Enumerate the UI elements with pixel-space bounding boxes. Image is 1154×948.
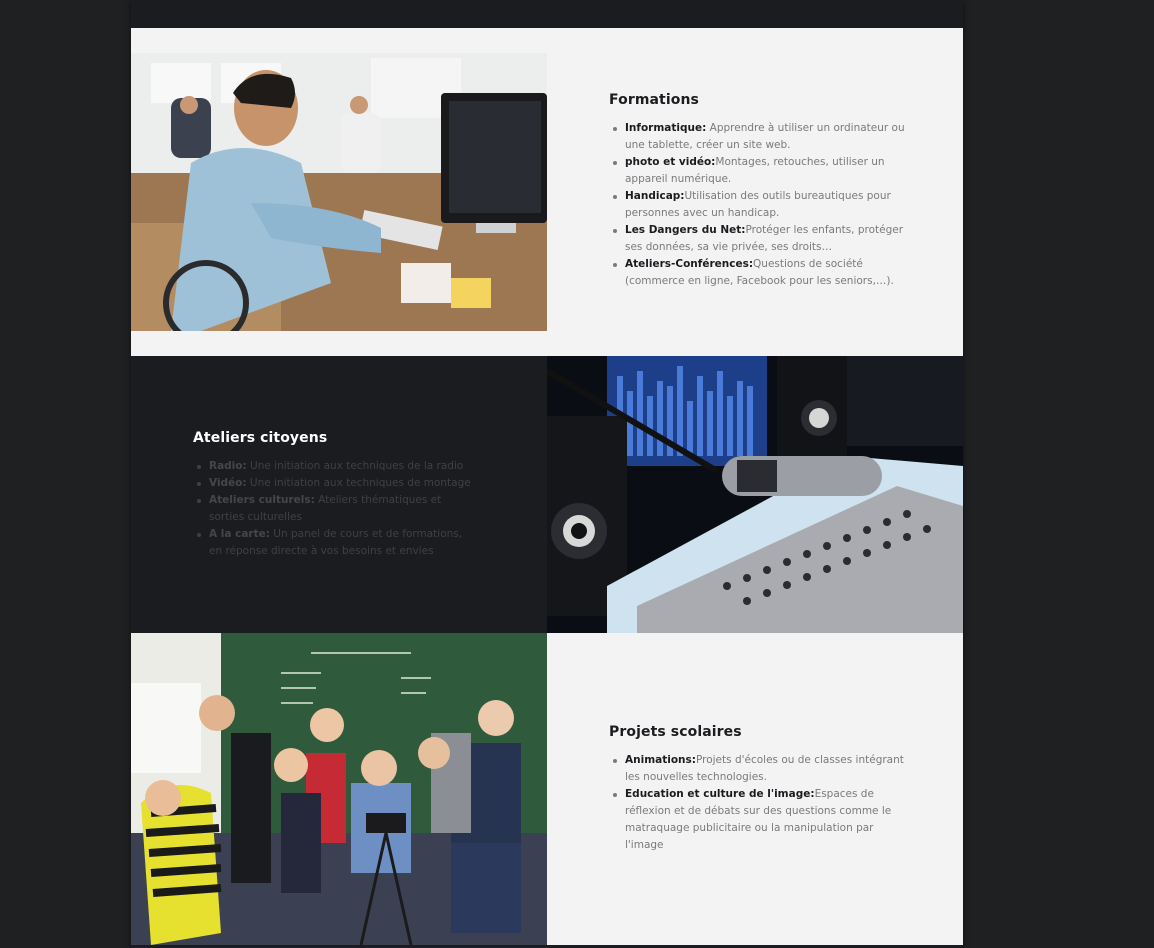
list-item: Animations:Projets d'écoles ou de classe… bbox=[613, 752, 909, 786]
list-item: Handicap:Utilisation des outils bureauti… bbox=[613, 188, 909, 222]
formations-title: Formations bbox=[609, 92, 699, 108]
projets-text: Projets scolaires Animations:Projets d'é… bbox=[609, 724, 909, 854]
formations-section: Formations Informatique: Apprendre à uti… bbox=[131, 28, 963, 356]
item-label: Ateliers culturels: bbox=[209, 494, 315, 506]
projets-section: Projets scolaires Animations:Projets d'é… bbox=[131, 633, 963, 945]
item-label: A la carte: bbox=[209, 528, 270, 540]
list-item: Informatique: Apprendre à utiliser un or… bbox=[613, 120, 909, 154]
ateliers-text: Ateliers citoyens Radio: Une initiation … bbox=[193, 430, 473, 560]
projets-title: Projets scolaires bbox=[609, 724, 742, 740]
list-item: Radio: Une initiation aux techniques de … bbox=[197, 458, 473, 475]
list-item: Les Dangers du Net:Protéger les enfants,… bbox=[613, 222, 909, 256]
ateliers-title: Ateliers citoyens bbox=[193, 430, 328, 446]
item-text: Une initiation aux techniques de montage bbox=[246, 477, 471, 489]
item-text: Une initiation aux techniques de la radi… bbox=[246, 460, 464, 472]
list-item: A la carte: Un panel de cours et de form… bbox=[197, 526, 473, 560]
item-label: Les Dangers du Net: bbox=[625, 224, 746, 236]
projets-list: Animations:Projets d'écoles ou de classe… bbox=[609, 752, 909, 854]
radio-studio-photo bbox=[547, 356, 963, 633]
list-item: Education et culture de l'image:Espaces … bbox=[613, 786, 909, 854]
item-label: Vidéo: bbox=[209, 477, 247, 489]
item-label: Ateliers-Conférences: bbox=[625, 258, 754, 270]
top-band bbox=[131, 0, 963, 28]
formations-text: Formations Informatique: Apprendre à uti… bbox=[609, 92, 909, 290]
office-wheelchair-photo bbox=[131, 53, 547, 331]
item-label: Radio: bbox=[209, 460, 247, 472]
formations-list: Informatique: Apprendre à utiliser un or… bbox=[609, 120, 909, 290]
content-page: Formations Informatique: Apprendre à uti… bbox=[131, 0, 963, 948]
ateliers-section: Ateliers citoyens Radio: Une initiation … bbox=[131, 356, 963, 633]
list-item: photo et vidéo:Montages, retouches, util… bbox=[613, 154, 909, 188]
item-label: Animations: bbox=[625, 754, 696, 766]
item-label: photo et vidéo: bbox=[625, 156, 716, 168]
list-item: Ateliers culturels: Ateliers thématiques… bbox=[197, 492, 473, 526]
item-label: Handicap: bbox=[625, 190, 685, 202]
list-item: Vidéo: Une initiation aux techniques de … bbox=[197, 475, 473, 492]
ateliers-list: Radio: Une initiation aux techniques de … bbox=[193, 458, 473, 560]
item-label: Education et culture de l'image: bbox=[625, 788, 815, 800]
list-item: Ateliers-Conférences:Questions de sociét… bbox=[613, 256, 909, 290]
school-children-photo bbox=[131, 633, 547, 945]
item-label: Informatique: bbox=[625, 122, 707, 134]
